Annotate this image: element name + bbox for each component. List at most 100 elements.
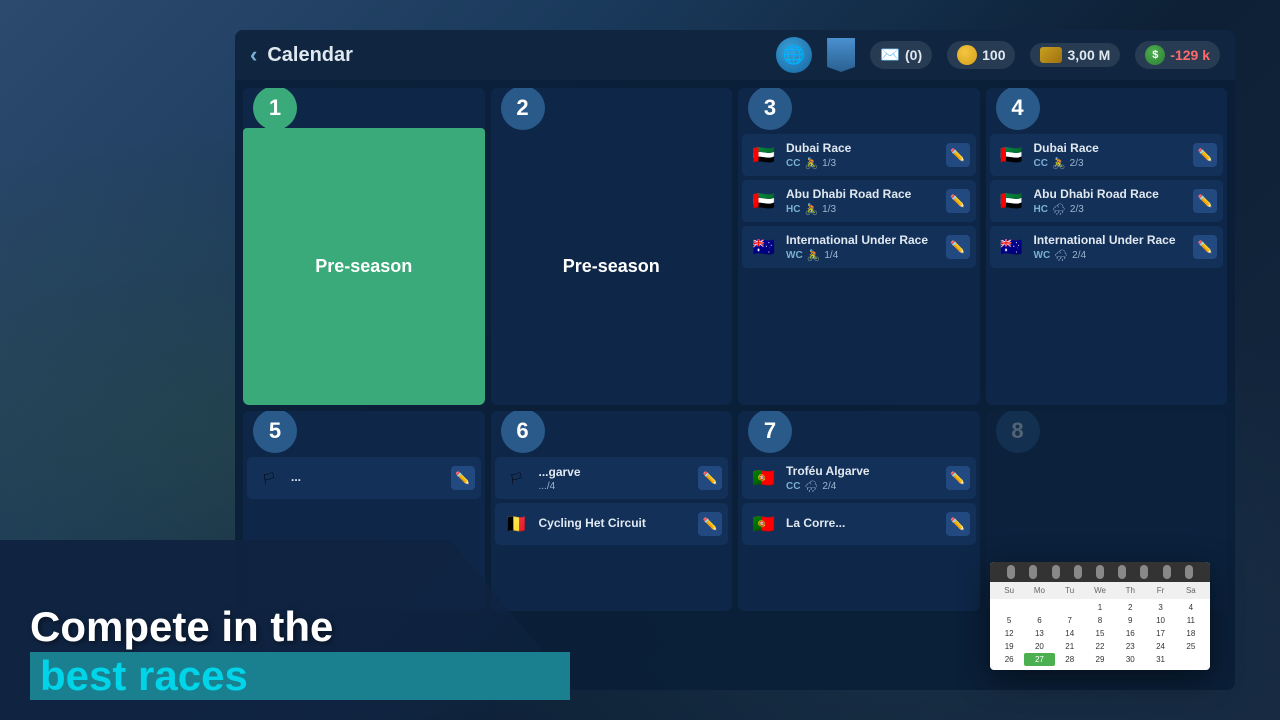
edit-button[interactable]: ✏️ [698, 512, 722, 536]
day-th: Th [1115, 584, 1145, 597]
week-cell-3: 3 🇦🇪 Dubai Race CC 🚴 1/3 ✏️ � [738, 88, 980, 405]
edit-button[interactable]: ✏️ [946, 143, 970, 167]
cal-day: 22 [1085, 640, 1115, 653]
race-name: La Corre... [786, 516, 940, 530]
week-cell-4: 4 🇦🇪 Dubai Race CC 🚴 2/3 ✏️ � [986, 88, 1228, 405]
globe-icon[interactable]: 🌐 [776, 37, 812, 73]
cal-day-today: 27 [1024, 653, 1054, 666]
marketing-overlay: Compete in the best races [0, 540, 600, 720]
race-entry[interactable]: 🏳 ... ✏️ [247, 457, 481, 499]
preseason-label-1: Pre-season [315, 256, 412, 277]
race-meta: WC 🌧 2/4 [1034, 249, 1188, 262]
bike-icon: 🚴 [807, 249, 821, 262]
cal-day: 5 [994, 614, 1024, 627]
edit-button[interactable]: ✏️ [1193, 235, 1217, 259]
race-entry[interactable]: 🇵🇹 La Corre... ✏️ [742, 503, 976, 545]
race-progress: 2/3 [1070, 158, 1084, 169]
week-cell-7: 7 🇵🇹 Troféu Algarve CC 🌧 2/4 ✏️ [738, 411, 980, 611]
spiral-ring [1185, 565, 1193, 579]
week-cell-1[interactable]: 1 Pre-season [243, 88, 485, 405]
dollar-icon: $ [1145, 45, 1165, 65]
weather-icon: 🌧 [1052, 203, 1066, 216]
cal-week-5: 26 27 28 29 30 31 [994, 653, 1206, 666]
race-entry[interactable]: 🇦🇪 Dubai Race CC 🚴 1/3 ✏️ [742, 134, 976, 176]
mail-icon: ✉️ [880, 45, 900, 65]
race-entry[interactable]: 🇦🇪 Abu Dhabi Road Race HC 🌧 2/3 ✏️ [990, 180, 1224, 222]
flag-uae-3: 🇦🇪 [996, 139, 1028, 171]
edit-button[interactable]: ✏️ [946, 189, 970, 213]
edit-button[interactable]: ✏️ [946, 512, 970, 536]
race-progress: 2/3 [1070, 204, 1084, 215]
cal-day: 20 [1024, 640, 1054, 653]
day-tu: Tu [1055, 584, 1085, 597]
flag-be: 🇧🇪 [501, 508, 533, 540]
cal-day: 4 [1176, 601, 1206, 614]
race-entry[interactable]: 🇧🇪 Cycling Het Circuit ✏️ [495, 503, 729, 545]
bookmark-icon[interactable] [827, 38, 855, 72]
cal-day: 10 [1145, 614, 1175, 627]
race-meta: .../4 [539, 481, 693, 492]
bike-icon: 🚴 [804, 157, 818, 170]
race-progress: 1/3 [822, 158, 836, 169]
week-number-4: 4 [996, 88, 1040, 130]
flag-pt: 🇵🇹 [748, 462, 780, 494]
race-badge: HC [786, 204, 800, 215]
race-entry[interactable]: 🏳 ...garve .../4 ✏️ [495, 457, 729, 499]
money-value: 3,00 M [1067, 47, 1110, 63]
cal-day: 14 [1055, 627, 1085, 640]
calendar-day-headers: Su Mo Tu We Th Fr Sa [990, 582, 1210, 599]
race-info: Troféu Algarve CC 🌧 2/4 [786, 464, 940, 493]
day-sa: Sa [1176, 584, 1206, 597]
cal-day: 31 [1145, 653, 1175, 666]
cal-day: 29 [1085, 653, 1115, 666]
race-info: ...garve .../4 [539, 465, 693, 492]
race-badge: CC [786, 481, 800, 492]
race-badge: CC [1034, 158, 1048, 169]
race-list-4: 🇦🇪 Dubai Race CC 🚴 2/3 ✏️ 🇦🇪 Ab [986, 132, 1228, 270]
race-entry[interactable]: 🇦🇺 International Under Race WC 🌧 2/4 ✏️ [990, 226, 1224, 268]
race-name: Dubai Race [786, 141, 940, 155]
edit-button[interactable]: ✏️ [946, 235, 970, 259]
cal-day: 19 [994, 640, 1024, 653]
coin-icon [957, 45, 977, 65]
race-info: Dubai Race CC 🚴 2/3 [1034, 141, 1188, 170]
race-info: Abu Dhabi Road Race HC 🌧 2/3 [1034, 187, 1188, 216]
race-progress: 2/4 [1072, 250, 1086, 261]
bike-icon: 🚴 [804, 203, 818, 216]
edit-button[interactable]: ✏️ [1193, 189, 1217, 213]
race-entry[interactable]: 🇵🇹 Troféu Algarve CC 🌧 2/4 ✏️ [742, 457, 976, 499]
cal-day [1055, 601, 1085, 614]
race-progress: 1/3 [822, 204, 836, 215]
spiral-ring [1007, 565, 1015, 579]
race-entry[interactable]: 🇦🇺 International Under Race WC 🚴 1/4 ✏️ [742, 226, 976, 268]
race-name: Abu Dhabi Road Race [786, 187, 940, 201]
day-fr: Fr [1145, 584, 1175, 597]
cal-week-2: 5 6 7 8 9 10 11 [994, 614, 1206, 627]
race-name: International Under Race [1034, 233, 1188, 247]
week-cell-2[interactable]: 2 Pre-season [491, 88, 733, 405]
cal-day: 30 [1115, 653, 1145, 666]
edit-button[interactable]: ✏️ [451, 466, 475, 490]
race-badge: HC [1034, 204, 1048, 215]
race-entry[interactable]: 🇦🇪 Dubai Race CC 🚴 2/3 ✏️ [990, 134, 1224, 176]
race-progress: 2/4 [822, 481, 836, 492]
edit-button[interactable]: ✏️ [946, 466, 970, 490]
week-number-2: 2 [501, 88, 545, 130]
edit-button[interactable]: ✏️ [1193, 143, 1217, 167]
calendar-widget-container: Su Mo Tu We Th Fr Sa 1 2 3 4 5 6 7 8 [1224, 674, 1240, 690]
race-entry[interactable]: 🇦🇪 Abu Dhabi Road Race HC 🚴 1/3 ✏️ [742, 180, 976, 222]
weather-icon: 🌧 [1054, 249, 1068, 262]
cal-day: 26 [994, 653, 1024, 666]
race-progress: .../4 [539, 481, 556, 492]
weather-icon: 🌧 [804, 480, 818, 493]
cal-day: 11 [1176, 614, 1206, 627]
race-badge: WC [786, 250, 803, 261]
race-meta: HC 🚴 1/3 [786, 203, 940, 216]
back-button[interactable]: ‹ [250, 42, 257, 68]
race-meta: CC 🌧 2/4 [786, 480, 940, 493]
week-number-1: 1 [253, 88, 297, 130]
spiral-ring [1052, 565, 1060, 579]
edit-button[interactable]: ✏️ [698, 466, 722, 490]
cal-day: 23 [1115, 640, 1145, 653]
coins-value: 100 [982, 47, 1005, 63]
